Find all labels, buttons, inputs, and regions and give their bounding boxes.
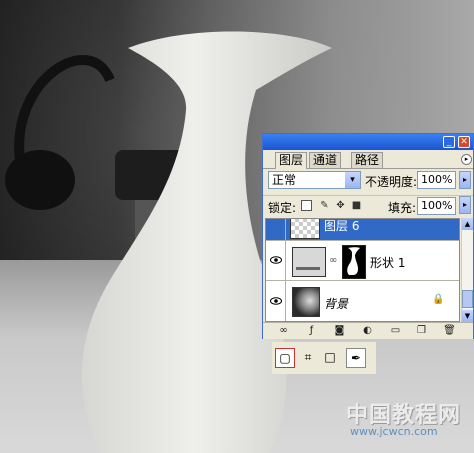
fill-arrow-icon[interactable]: ▸	[459, 196, 471, 214]
layer-row-layer6[interactable]: 图层 6	[266, 219, 459, 241]
layer-name: 背景	[324, 297, 349, 311]
layers-panel: _ ✕ 图层 通道 路径 ▸ 正常 ▾ 不透明度: 100% ▸ 锁定: ✎ ✥…	[262, 133, 474, 339]
pen-icon[interactable]: ✒	[346, 348, 366, 368]
eye-icon[interactable]	[270, 256, 282, 264]
lock-icon[interactable]: ■	[351, 200, 362, 211]
layer-thumbnail	[290, 219, 320, 239]
blend-mode-select[interactable]: 正常 ▾	[268, 171, 361, 189]
visibility-cell[interactable]	[266, 241, 286, 280]
tab-paths[interactable]: 路径	[351, 152, 384, 168]
pen-options-bar: ▢ ⌗ □ ✒	[272, 342, 376, 374]
tab-channels[interactable]: 通道	[309, 152, 342, 168]
minimize-button[interactable]: _	[443, 136, 455, 148]
lock-icon: 🔒	[432, 294, 445, 305]
chevron-down-icon[interactable]: ▾	[345, 172, 360, 188]
blend-mode-value: 正常	[272, 173, 297, 187]
adjustment-layer-icon[interactable]: ◐	[361, 325, 374, 337]
link-icon[interactable]: ∞	[329, 255, 337, 266]
lock-row: 锁定: ✎ ✥ ■ 填充: 100%	[263, 195, 473, 218]
paths-icon[interactable]: ⌗	[298, 348, 318, 368]
layer-name: 图层 6	[324, 219, 360, 233]
panel-title-bar[interactable]: _ ✕	[263, 134, 473, 150]
layer-row-shape1[interactable]: ∞ 形状 1	[266, 241, 459, 281]
tab-layers[interactable]: 图层	[275, 152, 308, 169]
opacity-arrow-icon[interactable]: ▸	[459, 171, 471, 189]
layer-name: 形状 1	[370, 256, 406, 270]
visibility-cell[interactable]	[266, 219, 286, 240]
layers-list: 图层 6 ∞ 形状 1 背景 🔒	[265, 218, 460, 322]
new-layer-icon[interactable]: ❐	[415, 325, 428, 337]
delete-layer-icon[interactable]: 🗑	[443, 325, 456, 337]
fill-label: 填充:	[388, 201, 417, 215]
panel-bottom-bar: ∞ ƒ ◙ ◐ ▭ ❐ 🗑	[263, 322, 473, 339]
layer-thumbnail	[292, 287, 320, 317]
panel-menu-icon[interactable]: ▸	[461, 154, 472, 165]
blend-row: 正常 ▾ 不透明度: 100%	[263, 170, 473, 192]
layer-style-icon[interactable]: ƒ	[305, 325, 318, 337]
lock-label: 锁定:	[268, 201, 297, 215]
eye-icon[interactable]	[270, 297, 282, 305]
vector-mask-thumbnail[interactable]	[342, 245, 366, 279]
scroll-up-icon[interactable]: ▲	[462, 218, 473, 230]
scroll-thumb[interactable]	[462, 290, 473, 308]
layer-thumbnail	[292, 247, 326, 277]
fill-pixels-icon[interactable]: □	[320, 348, 340, 368]
layer-row-background[interactable]: 背景 🔒	[266, 281, 459, 321]
new-group-icon[interactable]: ▭	[389, 325, 402, 337]
add-mask-icon[interactable]: ◙	[333, 325, 346, 337]
shape-layers-icon[interactable]: ▢	[275, 348, 295, 368]
fill-input[interactable]: 100%	[417, 197, 456, 215]
visibility-cell[interactable]	[266, 281, 286, 321]
brush-icon[interactable]: ✎	[319, 200, 330, 211]
lock-transparency-icon[interactable]	[301, 200, 312, 211]
layers-scrollbar[interactable]: ▲ ▼	[461, 218, 473, 322]
opacity-input[interactable]: 100%	[417, 171, 456, 189]
scroll-down-icon[interactable]: ▼	[462, 310, 473, 322]
link-layers-icon[interactable]: ∞	[277, 325, 290, 337]
close-button[interactable]: ✕	[458, 136, 470, 148]
panel-tabs: 图层 通道 路径 ▸	[263, 151, 473, 169]
watermark-url: www.jcwcn.com	[350, 425, 438, 438]
opacity-label: 不透明度:	[365, 175, 418, 189]
move-icon[interactable]: ✥	[335, 200, 346, 211]
